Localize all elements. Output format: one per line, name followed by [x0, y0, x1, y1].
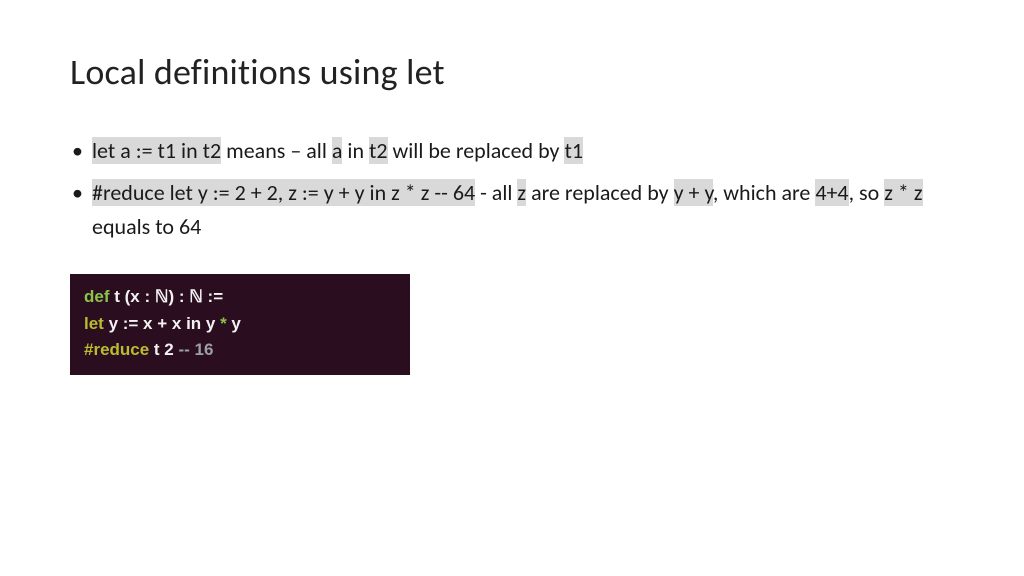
code-kw-reduce: #reduce	[84, 340, 149, 359]
b2-code-1: #reduce let y := 2 + 2, z := y + y in z …	[92, 179, 475, 206]
code-l2-star: *	[220, 314, 227, 333]
slide: Local definitions using let let a := t1 …	[0, 0, 1024, 576]
code-block: def t (x : ℕ) : ℕ := let y := x + x in y…	[70, 274, 410, 375]
b1-code-1: let a := t1 in t2	[92, 137, 221, 164]
b2-text-5: equals to 64	[92, 213, 201, 240]
code-l2-r2: y	[227, 314, 241, 333]
code-l2-r1: y := x + x in y	[104, 314, 220, 333]
b2-text-1: - all	[475, 179, 517, 206]
bullet-list: let a := t1 in t2 means – all a in t2 wi…	[70, 134, 954, 244]
code-l3-comment: -- 16	[179, 340, 214, 359]
b2-code-4: 4+4	[815, 179, 848, 206]
code-kw-def: def	[84, 287, 110, 306]
bullet-2: #reduce let y := 2 + 2, z := y + y in z …	[70, 176, 954, 244]
b1-text-1: means – all	[221, 137, 332, 164]
b1-code-2: a	[332, 137, 343, 164]
code-line-2: let y := x + x in y * y	[84, 311, 396, 337]
b2-text-4: , so	[849, 179, 885, 206]
b1-code-3: t2	[369, 137, 388, 164]
b1-text-2: in	[342, 137, 369, 164]
code-l1-rest: t (x : ℕ) : ℕ :=	[110, 287, 224, 306]
code-l3-r1: t 2	[149, 340, 178, 359]
b2-code-3: y + y	[674, 179, 713, 206]
slide-title: Local definitions using let	[70, 50, 954, 94]
b1-code-4: t1	[564, 137, 583, 164]
b2-text-2: are replaced by	[526, 179, 673, 206]
b2-code-2: z	[517, 179, 526, 206]
code-line-3: #reduce t 2 -- 16	[84, 337, 396, 363]
b2-text-3: , which are	[713, 179, 815, 206]
bullet-1: let a := t1 in t2 means – all a in t2 wi…	[70, 134, 954, 168]
b1-text-3: will be replaced by	[388, 137, 565, 164]
code-kw-let: let	[84, 314, 104, 333]
code-line-1: def t (x : ℕ) : ℕ :=	[84, 284, 396, 310]
b2-code-5: z * z	[884, 179, 922, 206]
